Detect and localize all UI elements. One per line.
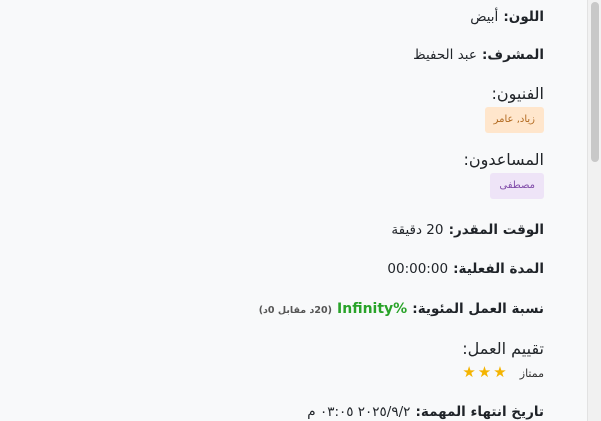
technicians-label: الفنيون: xyxy=(491,84,544,103)
estimated-value: 20 دقيقة xyxy=(391,222,444,238)
star-icon: ★ xyxy=(493,363,507,381)
work-percentage-label: نسبة العمل المئوية: xyxy=(412,301,544,317)
actual-row: المدة الفعلية: 00:00:00 xyxy=(387,258,544,277)
star-icon: ★ xyxy=(477,363,492,381)
star-icon: ★ xyxy=(462,363,476,381)
actual-label: المدة الفعلية: xyxy=(453,261,544,277)
actual-value: 00:00:00 xyxy=(387,261,449,277)
color-value: أبيض xyxy=(470,9,499,25)
end-date-row: تاريخ انتهاء المهمة: ٢٠٢٥/٩/٢ ٠٣:٠٥ م xyxy=(307,401,544,420)
rating-label: تقييم العمل: xyxy=(462,339,544,358)
assistants-badge: مصطفى xyxy=(490,173,544,199)
estimated-label: الوقت المقدر: xyxy=(448,222,544,238)
technicians-badge: زياد, عامر xyxy=(484,107,544,133)
supervisor-row: المشرف: عبد الحفيظ xyxy=(413,44,544,63)
scrollbar-thumb[interactable] xyxy=(591,2,599,162)
task-details-panel: اللون: أبيض المشرف: عبد الحفيظ الفنيون: … xyxy=(0,0,588,421)
rating-row: ممتاز ★★★ xyxy=(460,362,544,381)
rating-stars: ★★★ xyxy=(460,362,506,381)
work-percentage-value: Infinity% xyxy=(337,301,408,317)
assistants-pill-wrap: مصطفى xyxy=(490,173,544,199)
end-date-value: ٢٠٢٥/٩/٢ ٠٣:٠٥ م xyxy=(307,404,411,420)
rating-text: ممتاز xyxy=(519,367,544,380)
supervisor-label: المشرف: xyxy=(482,47,544,63)
work-percentage-row: نسبة العمل المئوية: Infinity% (20د مقابل… xyxy=(259,298,544,317)
supervisor-value: عبد الحفيظ xyxy=(413,47,477,63)
vertical-scrollbar[interactable] xyxy=(587,0,601,421)
work-percentage-note: (20د مقابل 0د) xyxy=(258,305,332,316)
assistants-label: المساعدون: xyxy=(463,150,544,169)
color-row: اللون: أبيض xyxy=(470,6,544,25)
technicians-pill-wrap: زياد, عامر xyxy=(484,107,544,133)
estimated-row: الوقت المقدر: 20 دقيقة xyxy=(391,219,544,238)
color-label: اللون: xyxy=(503,9,544,25)
end-date-label: تاريخ انتهاء المهمة: xyxy=(415,404,545,420)
